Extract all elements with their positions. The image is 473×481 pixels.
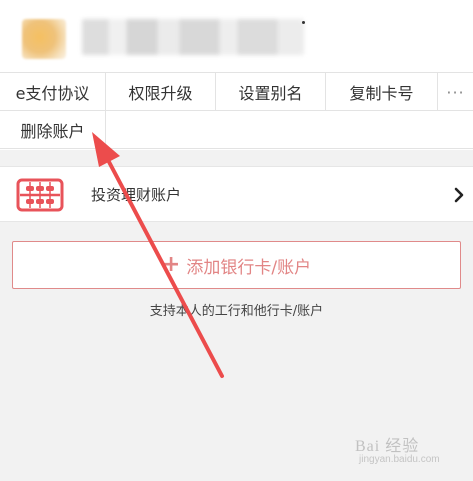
add-bank-card-button[interactable]: + 添加银行卡/账户 [12, 241, 461, 289]
actions-row: e支付协议 权限升级 设置别名 复制卡号 ··· [0, 73, 473, 111]
plus-icon: + [161, 252, 181, 277]
actions-row-2: 删除账户 [0, 111, 473, 149]
add-bank-card-label: 添加银行卡/账户 [186, 257, 312, 278]
baidu-jingyan-watermark: Bai 经验 jingyan.baidu.com [355, 420, 463, 470]
bank-logo [22, 19, 66, 59]
set-alias-button[interactable]: 设置别名 [216, 73, 326, 111]
e-pay-agreement-button[interactable]: e支付协议 [0, 73, 106, 111]
upgrade-permission-button[interactable]: 权限升级 [106, 73, 216, 111]
account-card: e支付协议 权限升级 设置别名 复制卡号 ··· 删除账户 [0, 0, 473, 150]
investment-account-row[interactable]: 投资理财账户 [0, 166, 473, 222]
delete-account-button[interactable]: 删除账户 [0, 111, 106, 148]
account-header[interactable] [0, 0, 473, 73]
investment-account-label: 投资理财账户 [91, 186, 182, 204]
chevron-right-icon [454, 187, 464, 203]
masked-account-info [82, 19, 304, 55]
add-card-hint: 支持本人的工行和他行卡/账户 [149, 304, 324, 319]
copy-card-number-button[interactable]: 复制卡号 [326, 73, 438, 111]
watermark-text: Bai 经验 [355, 438, 420, 455]
masked-mark [302, 21, 305, 24]
watermark-url: jingyan.baidu.com [359, 454, 440, 465]
abacus-icon [16, 178, 64, 212]
page: e支付协议 权限升级 设置别名 复制卡号 ··· 删除账户 投资理财账户 + 添… [0, 0, 473, 481]
more-options-button[interactable]: ··· [438, 73, 473, 111]
